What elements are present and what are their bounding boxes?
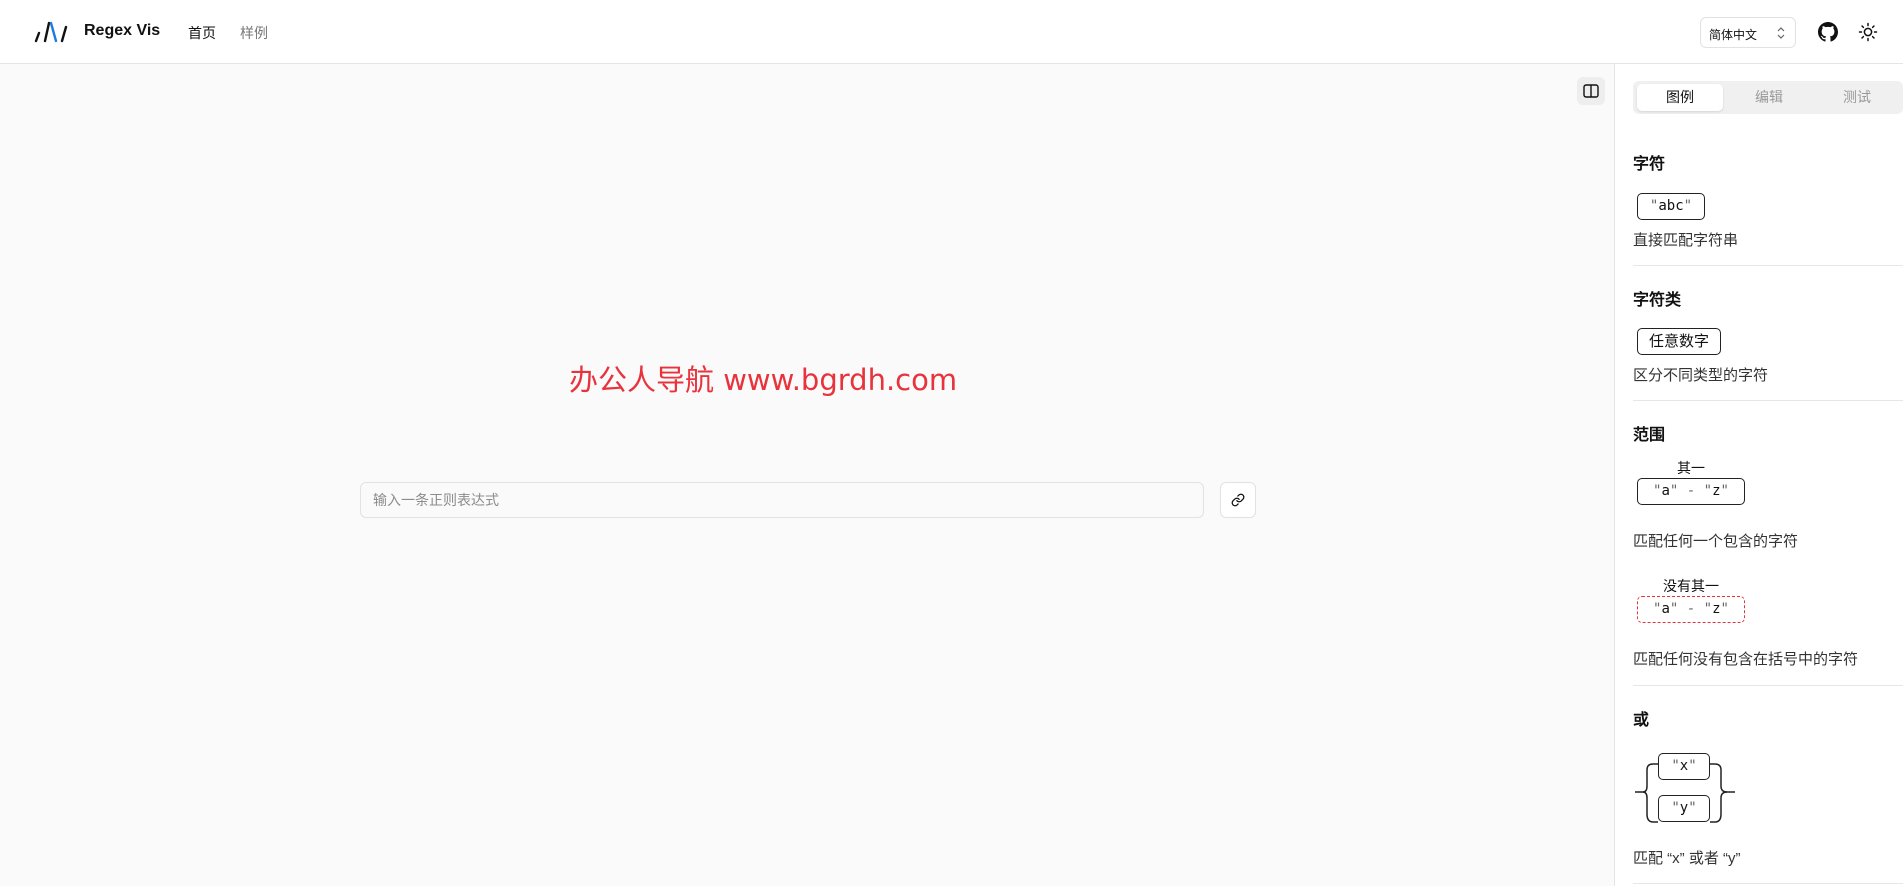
sidebar-tabs: 图例 编辑 测试 (1633, 81, 1903, 114)
main-canvas: 办公人导航 www.bgrdh.com (0, 64, 1614, 886)
legend-sidebar: 图例 编辑 测试 字符 "abc" 直接匹配字符串 字符类 任意数字 区分不同类… (1614, 64, 1903, 886)
regex-vis-logo-icon[interactable] (34, 19, 70, 45)
language-select[interactable]: 简体中文 (1700, 17, 1796, 48)
divider (1633, 265, 1903, 266)
legend-negrange-node: "a" - "z" (1637, 596, 1745, 623)
sidebar-toggle-icon (1583, 84, 1599, 98)
nav-home[interactable]: 首页 (188, 23, 216, 43)
legend-range-from: a (1661, 483, 1670, 499)
legend-negrange-desc: 匹配任何没有包含在括号中的字符 (1633, 651, 1859, 668)
tab-test[interactable]: 测试 (1814, 84, 1900, 111)
legend-range-title: 范围 (1633, 427, 1666, 444)
legend-range-node: "a" - "z" (1637, 478, 1745, 505)
legend-or-opt2-text: y (1679, 800, 1689, 816)
tab-edit[interactable]: 编辑 (1726, 84, 1812, 111)
legend-or-opt1-text: x (1679, 758, 1689, 774)
watermark-text: 办公人导航 www.bgrdh.com (569, 363, 958, 397)
legend-or-option-x: "x" (1658, 753, 1710, 780)
legend-chars-title: 字符 (1633, 156, 1666, 173)
chevron-up-down-icon (1777, 27, 1785, 39)
legend-charclass-desc: 区分不同类型的字符 (1633, 367, 1769, 384)
legend-charclass-node: 任意数字 (1637, 328, 1721, 355)
regex-input[interactable] (360, 482, 1204, 518)
legend-negrange-caption: 没有其一 (1663, 578, 1719, 594)
link-icon (1231, 493, 1245, 507)
legend-range-desc: 匹配任何一个包含的字符 (1633, 533, 1799, 550)
tab-legend[interactable]: 图例 (1637, 84, 1723, 111)
divider (1633, 400, 1903, 401)
divider (1633, 883, 1903, 884)
divider (1633, 685, 1903, 686)
legend-or-title: 或 (1633, 712, 1650, 729)
legend-chars-node-text: abc (1658, 198, 1684, 214)
legend-range-to: z (1712, 483, 1721, 499)
legend-or-desc: 匹配 “x” 或者 “y” (1633, 850, 1741, 867)
legend-range-caption: 其一 (1677, 460, 1705, 476)
legend-negrange-to: z (1712, 601, 1721, 617)
nav-examples[interactable]: 样例 (240, 23, 268, 43)
legend-negrange-from: a (1661, 601, 1670, 617)
brand-name[interactable]: Regex Vis (84, 22, 160, 40)
legend-or-option-y: "y" (1658, 795, 1710, 822)
legend-chars-desc: 直接匹配字符串 (1633, 232, 1739, 249)
language-select-value: 简体中文 (1709, 28, 1758, 42)
top-header: Regex Vis 首页 样例 简体中文 (0, 0, 1903, 64)
github-icon[interactable] (1818, 22, 1838, 42)
share-link-button[interactable] (1220, 482, 1256, 518)
sun-icon[interactable] (1858, 22, 1878, 42)
sidebar-toggle-button[interactable] (1577, 77, 1605, 105)
legend-chars-node: "abc" (1637, 193, 1705, 220)
legend-charclass-title: 字符类 (1633, 292, 1682, 309)
